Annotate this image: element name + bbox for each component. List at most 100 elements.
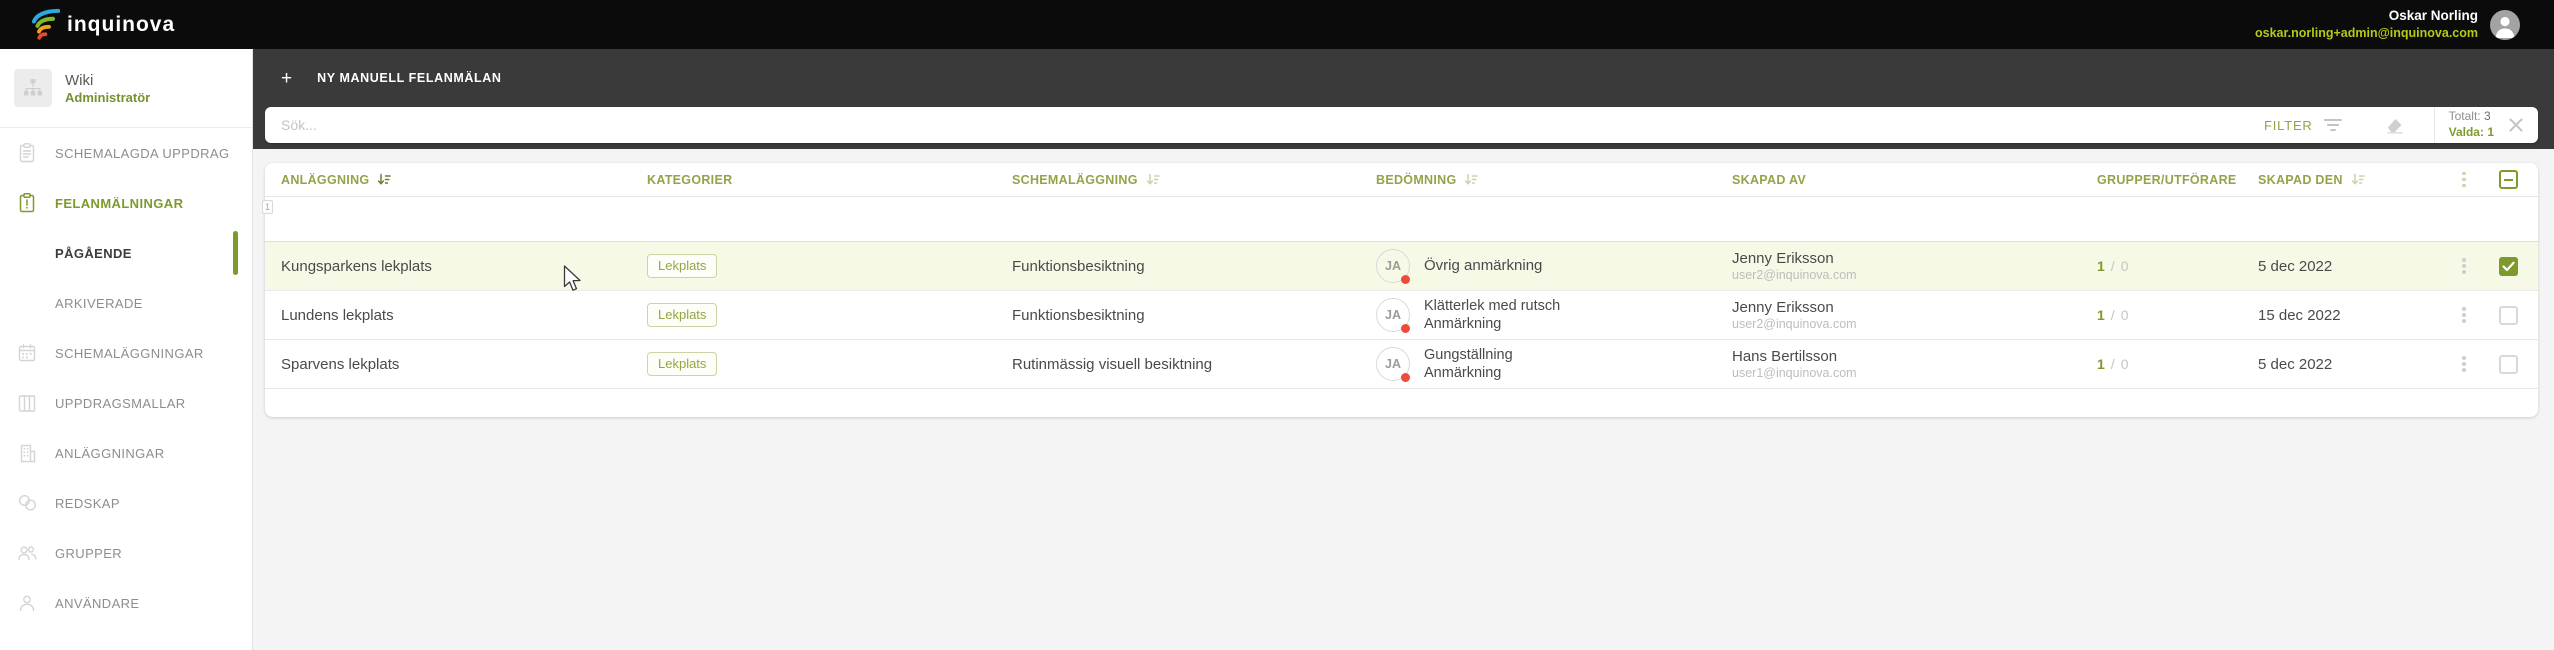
search-input[interactable] xyxy=(265,107,2264,143)
user-email: oskar.norling+admin@inquinova.com xyxy=(2255,26,2478,41)
user-avatar-icon[interactable] xyxy=(2490,9,2520,40)
user-menu[interactable]: Oskar Norling oskar.norling+admin@inquin… xyxy=(2255,7,2554,42)
new-manual-report-button[interactable]: + NY MANUELL FELANMÄLAN xyxy=(281,63,501,93)
new-manual-report-label: NY MANUELL FELANMÄLAN xyxy=(317,71,502,85)
filter-label[interactable]: FILTER xyxy=(2264,118,2313,133)
category-badge: Lekplats xyxy=(647,352,718,376)
total-value: 3 xyxy=(2483,109,2491,124)
sidebar-item-anlaggningar[interactable]: ANLÄGGNINGAR xyxy=(0,428,252,478)
user-icon xyxy=(16,592,38,614)
filter-lines-icon[interactable] xyxy=(2323,118,2343,132)
creator-name: Hans Bertilsson xyxy=(1732,347,1838,365)
sidebar-item-felanmalningar[interactable]: FELANMÄLNINGAR xyxy=(0,178,252,228)
alert-dot-icon xyxy=(1401,275,1410,284)
facility-name: Kungsparkens lekplats xyxy=(281,257,432,275)
facility-name: Lundens lekplats xyxy=(281,306,394,324)
creator-email: user2@inquinova.com xyxy=(1732,268,1857,283)
calendar-icon xyxy=(16,342,38,364)
header-kebab-menu-icon[interactable] xyxy=(2458,168,2470,192)
plus-icon: + xyxy=(281,67,293,89)
alert-dot-icon xyxy=(1401,324,1410,333)
search-filter-bar: FILTER Totalt: 3 Valda: 1 xyxy=(265,107,2538,143)
sidebar-item-label: SCHEMALAGDA UPPDRAG xyxy=(55,145,230,161)
sort-icon xyxy=(1464,173,1479,186)
selection-totals: Totalt: 3 Valda: 1 xyxy=(2435,109,2506,140)
sidebar-item-schemalagda-uppdrag[interactable]: SCHEMALAGDA UPPDRAG xyxy=(0,128,252,178)
column-header-anlaggning[interactable]: ANLÄGGNING xyxy=(281,173,647,187)
column-header-grupper-utforare: GRUPPER/UTFÖRARE xyxy=(2097,172,2237,187)
creator-name: Jenny Eriksson xyxy=(1732,298,1834,316)
sort-icon xyxy=(1146,173,1160,186)
table-row[interactable]: Lundens lekplats Lekplats Funktionsbesik… xyxy=(265,290,2538,339)
logo-text: inquinova xyxy=(67,12,176,36)
clipboard-icon xyxy=(16,142,38,164)
facility-name: Sparvens lekplats xyxy=(281,355,400,373)
created-date: 5 dec 2022 xyxy=(2258,257,2333,275)
sidebar-item-label: UPPDRAGSMALLAR xyxy=(55,395,186,411)
table-header-row: ANLÄGGNING KATEGORIER SCHEMALÄGGNING BED… xyxy=(265,163,2538,197)
active-indicator-bar xyxy=(233,231,238,275)
sort-desc-icon xyxy=(377,173,392,186)
sidebar-item-label: ANVÄNDARE xyxy=(55,595,140,611)
assessor-initials-badge: JA xyxy=(1376,249,1410,284)
map-pins-icon xyxy=(16,492,38,514)
app-logo[interactable]: inquinova xyxy=(30,7,175,43)
sidebar-item-arkiverade[interactable]: ARKIVERADE xyxy=(0,278,252,328)
sidebar-item-label: GRUPPER xyxy=(55,545,123,561)
assessor-initials-badge: JA xyxy=(1376,347,1410,382)
column-header-bedomning[interactable]: BEDÖMNING xyxy=(1376,173,1732,187)
category-badge: Lekplats xyxy=(647,303,718,327)
sidebar-item-grupper[interactable]: GRUPPER xyxy=(0,528,252,578)
sidebar-item-uppdragsmallar[interactable]: UPPDRAGSMALLAR xyxy=(0,378,252,428)
sidebar-item-pagaende[interactable]: PÅGÅENDE xyxy=(0,228,252,278)
assessment-text: Klätterlek med rutsch Anmärkning xyxy=(1424,297,1561,332)
groups-performers-count: 1 / 0 xyxy=(2097,258,2129,274)
topbar: inquinova Oskar Norling oskar.norling+ad… xyxy=(0,0,2554,49)
created-date: 15 dec 2022 xyxy=(2258,306,2341,324)
eraser-icon[interactable] xyxy=(2385,116,2404,134)
sidebar-item-label: REDSKAP xyxy=(55,495,120,511)
alert-dot-icon xyxy=(1401,373,1410,382)
row-kebab-menu-icon[interactable] xyxy=(2458,254,2470,278)
row-kebab-menu-icon[interactable] xyxy=(2458,303,2470,327)
row-kebab-menu-icon[interactable] xyxy=(2458,352,2470,376)
table-row[interactable]: Kungsparkens lekplats Lekplats Funktions… xyxy=(265,241,2538,290)
column-header-skapad-av: SKAPAD AV xyxy=(1732,172,1807,187)
select-all-checkbox[interactable] xyxy=(2499,170,2518,189)
workspace-role: Administratör xyxy=(65,90,151,106)
sidebar-item-schemalaggningar[interactable]: SCHEMALÄGGNINGAR xyxy=(0,328,252,378)
assessment-text: Gungställning Anmärkning xyxy=(1424,346,1513,381)
sidebar-item-label: FELANMÄLNINGAR xyxy=(55,195,184,211)
category-badge: Lekplats xyxy=(647,254,718,278)
sidebar-item-anvandare[interactable]: ANVÄNDARE xyxy=(0,578,252,628)
row-index-badge: 1 xyxy=(262,200,274,214)
assessment-text: Övrig anmärkning xyxy=(1424,256,1543,274)
sidebar-item-label: ARKIVERADE xyxy=(55,295,143,311)
user-name: Oskar Norling xyxy=(2388,7,2478,23)
total-label: Totalt: xyxy=(2448,109,2481,124)
sidebar-item-label: SCHEMALÄGGNINGAR xyxy=(55,345,204,361)
table-spacer xyxy=(265,197,2538,241)
row-checkbox[interactable] xyxy=(2499,354,2518,374)
row-checkbox[interactable] xyxy=(2499,256,2518,276)
row-checkbox[interactable] xyxy=(2499,305,2518,325)
clipboard-alert-icon xyxy=(16,192,38,214)
users-icon xyxy=(16,542,38,564)
schedule-name: Funktionsbesiktning xyxy=(1012,306,1145,324)
groups-performers-count: 1 / 0 xyxy=(2097,356,2129,372)
sidebar: Wiki Administratör SCHEMALAGDA UPPDRAG F… xyxy=(0,49,253,650)
groups-performers-count: 1 / 0 xyxy=(2097,307,2129,323)
columns-icon xyxy=(16,392,38,414)
workspace-title: Wiki xyxy=(65,71,94,89)
creator-name: Jenny Eriksson xyxy=(1732,249,1834,267)
clear-selection-icon[interactable] xyxy=(2508,117,2524,133)
sidebar-profile[interactable]: Wiki Administratör xyxy=(0,49,252,128)
sidebar-item-redskap[interactable]: REDSKAP xyxy=(0,478,252,528)
creator-email: user2@inquinova.com xyxy=(1732,317,1857,332)
column-header-skapad-den[interactable]: SKAPAD DEN xyxy=(2242,173,2446,187)
table-row[interactable]: Sparvens lekplats Lekplats Rutinmässig v… xyxy=(265,339,2538,388)
table-footer-spacer xyxy=(265,388,2538,414)
column-header-schemalaggning[interactable]: SCHEMALÄGGNING xyxy=(1012,173,1376,187)
selected-label: Valda: xyxy=(2448,125,2484,139)
sidebar-item-label: ANLÄGGNINGAR xyxy=(55,445,165,461)
